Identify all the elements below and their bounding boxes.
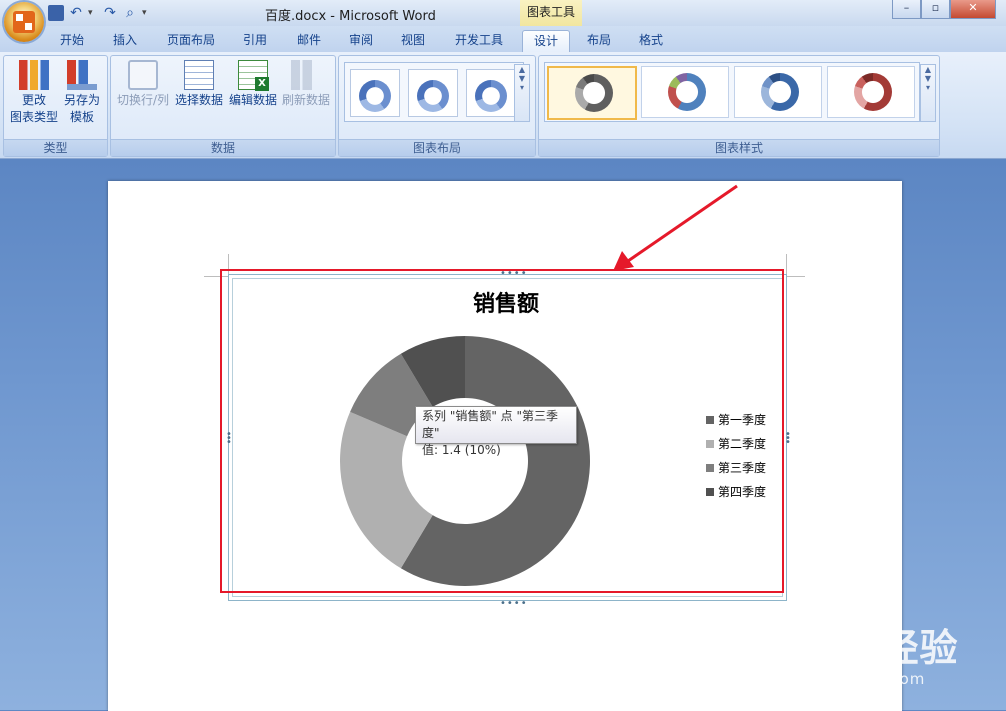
edit-data-excel-icon	[238, 60, 269, 91]
layout-donut-icon	[359, 80, 391, 112]
change-chart-type-button[interactable]: 更改 图表类型	[8, 60, 60, 126]
chart-style-4[interactable]	[827, 66, 915, 118]
title-bar: ↶ ▾ ↷ ⌕ ▾ 百度.docx - Microsoft Word 图表工具 …	[0, 0, 1006, 42]
style-donut-blue-icon	[761, 73, 799, 111]
undo-icon[interactable]: ↶	[68, 5, 84, 21]
tab-review[interactable]: 审阅	[338, 30, 384, 52]
data-group-label: 数据	[111, 139, 335, 156]
save-as-template-label: 另存为 模板	[63, 93, 100, 124]
chart-styles-gallery	[544, 62, 920, 122]
refresh-data-label: 刷新数据	[281, 93, 330, 107]
tab-insert[interactable]: 插入	[102, 30, 148, 52]
annotation-highlight-box	[220, 269, 784, 593]
select-data-label: 选择数据	[174, 93, 223, 107]
ribbon-tabs: 开始 插入 页面布局 引用 邮件 审阅 视图 开发工具 设计 布局 格式	[0, 26, 1006, 53]
data-group: 切换行/列 选择数据 编辑数据 刷新数据 数据	[110, 55, 336, 157]
style-donut-red-icon	[854, 73, 892, 111]
window-title: 百度.docx - Microsoft Word	[265, 9, 436, 24]
office-logo-icon	[13, 11, 35, 33]
change-chart-type-label: 更改 图表类型	[9, 93, 58, 124]
edit-data-button[interactable]: 编辑数据	[227, 60, 279, 109]
save-as-template-button[interactable]: 另存为 模板	[58, 60, 106, 126]
chart-layouts-group: ▲ ▼ ▾ 图表布局	[338, 55, 536, 157]
save-icon[interactable]	[48, 4, 64, 21]
tab-home[interactable]: 开始	[48, 30, 96, 52]
chart-layout-2[interactable]	[408, 69, 458, 117]
chart-style-1[interactable]	[547, 66, 637, 120]
redo-icon[interactable]: ↷	[102, 5, 118, 21]
switch-row-column-icon	[128, 60, 158, 90]
tab-design[interactable]: 设计	[522, 30, 570, 53]
refresh-data-button[interactable]: 刷新数据	[280, 60, 332, 109]
layout-donut-icon	[417, 80, 449, 112]
baidu-jingyan-watermark: Baidu经验 jingyan.baidu.com	[770, 617, 959, 688]
chart-type-icon	[19, 60, 49, 90]
maximize-button[interactable]: ▫	[921, 0, 950, 19]
style-donut-color-icon	[668, 73, 706, 111]
tab-layout[interactable]: 布局	[576, 30, 622, 52]
tab-page-layout[interactable]: 页面布局	[156, 30, 226, 52]
chart-resize-handle-bottom[interactable]: ••••	[500, 599, 528, 609]
chart-style-2[interactable]	[641, 66, 729, 118]
chart-layout-3[interactable]	[466, 69, 516, 117]
window-controls: – ▫ ✕	[892, 0, 996, 19]
tab-view[interactable]: 视图	[390, 30, 436, 52]
chart-layout-1[interactable]	[350, 69, 400, 117]
edit-data-label: 编辑数据	[228, 93, 277, 107]
tab-mailings[interactable]: 邮件	[286, 30, 332, 52]
minimize-button[interactable]: –	[892, 0, 921, 19]
styles-gallery-scroll[interactable]: ▲ ▼ ▾	[920, 64, 936, 122]
chart-style-3[interactable]	[734, 66, 822, 118]
style-donut-gray-icon	[575, 74, 613, 112]
undo-dropdown-icon[interactable]: ▾	[88, 5, 98, 21]
type-group-label: 类型	[4, 139, 107, 156]
layouts-gallery-scroll[interactable]: ▲ ▼ ▾	[514, 64, 530, 122]
quick-access-toolbar: ↶ ▾ ↷ ⌕ ▾	[48, 3, 152, 22]
tab-format[interactable]: 格式	[628, 30, 674, 52]
close-button[interactable]: ✕	[950, 0, 996, 19]
chart-styles-group: ▲ ▼ ▾ 图表样式	[538, 55, 940, 157]
select-data-button[interactable]: 选择数据	[173, 60, 225, 109]
margin-mark	[787, 276, 805, 277]
watermark-url: jingyan.baidu.com	[770, 670, 926, 688]
chart-layouts-group-label: 图表布局	[339, 139, 535, 156]
tab-references[interactable]: 引用	[232, 30, 278, 52]
office-button[interactable]	[4, 2, 44, 42]
chart-tools-context-title: 图表工具	[520, 0, 582, 26]
switch-row-column-label: 切换行/列	[116, 93, 170, 107]
type-group: 更改 图表类型 另存为 模板 类型	[3, 55, 108, 157]
save-template-icon	[67, 60, 97, 90]
margin-mark	[786, 254, 787, 276]
ribbon: 更改 图表类型 另存为 模板 类型 切换行/列 选择数据 编辑数据 刷新数据 数…	[0, 52, 1006, 159]
watermark-logo: Baidu经验	[770, 628, 959, 670]
customize-qat-icon[interactable]: ▾	[142, 5, 152, 21]
refresh-data-icon	[291, 60, 321, 90]
chart-styles-group-label: 图表样式	[539, 139, 939, 156]
print-preview-icon[interactable]: ⌕	[122, 5, 138, 21]
tab-developer[interactable]: 开发工具	[444, 30, 514, 52]
switch-row-column-button[interactable]: 切换行/列	[114, 60, 172, 109]
chart-layouts-gallery	[344, 62, 524, 122]
select-data-icon	[184, 60, 214, 90]
layout-donut-icon	[475, 80, 507, 112]
chart-resize-handle-right[interactable]: • • •	[785, 430, 792, 448]
